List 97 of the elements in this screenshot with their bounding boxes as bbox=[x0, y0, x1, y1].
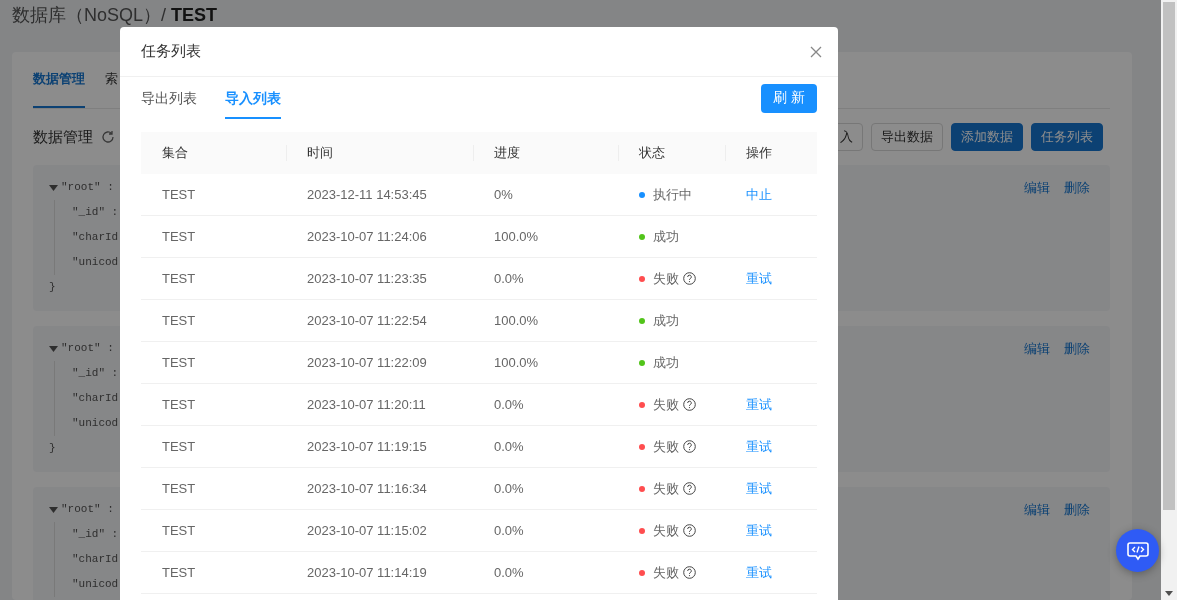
caret-down-icon[interactable] bbox=[49, 344, 58, 353]
action-link[interactable]: 重试 bbox=[746, 438, 772, 454]
action-link[interactable]: 删除 bbox=[1064, 340, 1090, 358]
table-cell: TEST bbox=[141, 551, 286, 594]
action-link[interactable]: 中止 bbox=[746, 186, 772, 202]
status-text: 失败 bbox=[653, 479, 679, 498]
tab[interactable]: 导出列表 bbox=[141, 81, 197, 119]
json-brace: } bbox=[49, 441, 56, 456]
table-cell: TEST bbox=[141, 425, 286, 468]
json-key: "_id" : bbox=[72, 361, 119, 386]
status-text: 执行中 bbox=[653, 185, 692, 204]
json-key: "_id" : bbox=[72, 522, 119, 547]
column-header: 集合 bbox=[141, 132, 286, 174]
json-key: "root" : bbox=[61, 497, 114, 522]
table-cell: 2023-10-07 11:16:34 bbox=[286, 467, 473, 510]
table-cell: 2023-10-07 11:24:06 bbox=[286, 215, 473, 258]
table-cell: TEST bbox=[141, 467, 286, 510]
table-cell: TEST bbox=[141, 341, 286, 384]
table-cell: 0% bbox=[473, 174, 618, 216]
table-cell: TEST bbox=[141, 215, 286, 258]
json-key: "charId bbox=[72, 547, 119, 572]
action-link[interactable]: 重试 bbox=[746, 396, 772, 412]
action-link[interactable]: 删除 bbox=[1064, 179, 1090, 197]
help-icon[interactable] bbox=[683, 566, 696, 579]
table-cell: TEST bbox=[141, 257, 286, 300]
json-key: "unicod bbox=[72, 572, 119, 597]
table-cell: 2023-10-07 11:22:54 bbox=[286, 299, 473, 342]
action-link[interactable]: 编辑 bbox=[1024, 179, 1050, 197]
json-key: "_id" : bbox=[72, 200, 119, 225]
caret-down-icon[interactable] bbox=[49, 183, 58, 192]
column-header: 进度 bbox=[473, 132, 618, 174]
action-link[interactable]: 重试 bbox=[746, 522, 772, 538]
action-link[interactable]: 重试 bbox=[746, 564, 772, 580]
action-link[interactable]: 重试 bbox=[746, 480, 772, 496]
table-cell: 2023-10-07 11:14:19 bbox=[286, 551, 473, 594]
table-cell: 2023-10-07 11:15:02 bbox=[286, 509, 473, 552]
table-cell: 2023-10-07 11:20:11 bbox=[286, 383, 473, 426]
action-link[interactable]: 编辑 bbox=[1024, 501, 1050, 519]
page-breadcrumb: 数据库（NoSQL）/ TEST bbox=[12, 5, 219, 26]
status-text: 失败 bbox=[653, 521, 679, 540]
tab[interactable]: 导入列表 bbox=[225, 81, 281, 119]
table-cell: 2023-10-07 11:23:35 bbox=[286, 257, 473, 300]
refresh-button[interactable]: 刷 新 bbox=[761, 83, 817, 113]
table-cell: TEST bbox=[141, 383, 286, 426]
refresh-icon[interactable] bbox=[101, 130, 115, 144]
help-icon[interactable] bbox=[683, 440, 696, 453]
close-button[interactable] bbox=[810, 45, 822, 58]
table-cell: TEST bbox=[141, 299, 286, 342]
table-cell: 0.0% bbox=[473, 509, 618, 552]
tab[interactable]: 数据管理 bbox=[33, 52, 85, 108]
status-text: 失败 bbox=[653, 563, 679, 582]
status-text: 失败 bbox=[653, 437, 679, 456]
table-cell: 0.0% bbox=[473, 383, 618, 426]
status-text: 失败 bbox=[653, 269, 679, 288]
help-icon[interactable] bbox=[683, 482, 696, 495]
action-link[interactable]: 删除 bbox=[1064, 501, 1090, 519]
table-cell: 2023-10-07 11:19:15 bbox=[286, 425, 473, 468]
section-title: 数据管理 bbox=[33, 127, 93, 147]
json-key: "root" : bbox=[61, 175, 114, 200]
status-text: 成功 bbox=[653, 227, 679, 246]
table-cell: 0.0% bbox=[473, 551, 618, 594]
dialog-title: 任务列表 bbox=[141, 42, 202, 61]
tab[interactable]: 索 bbox=[105, 52, 118, 108]
code-chat-icon bbox=[1126, 540, 1149, 561]
action-link[interactable]: 编辑 bbox=[1024, 340, 1050, 358]
column-header: 操作 bbox=[725, 132, 817, 174]
json-key: "root" : bbox=[61, 336, 114, 361]
json-key: "charId bbox=[72, 225, 119, 250]
table-cell: TEST bbox=[141, 509, 286, 552]
status-text: 成功 bbox=[653, 353, 679, 372]
table-cell: 0.0% bbox=[473, 467, 618, 510]
json-key: "unicod bbox=[72, 411, 119, 436]
status-text: 失败 bbox=[653, 395, 679, 414]
table-cell: 2023-12-11 14:53:45 bbox=[286, 174, 473, 216]
help-icon[interactable] bbox=[683, 272, 696, 285]
status-text: 成功 bbox=[653, 311, 679, 330]
help-icon[interactable] bbox=[683, 398, 696, 411]
table-cell: 0.0% bbox=[473, 425, 618, 468]
json-key: "unicod bbox=[72, 250, 119, 275]
json-brace: } bbox=[49, 280, 56, 295]
toolbar-button[interactable]: 添加数据 bbox=[951, 123, 1023, 151]
table-cell: 100.0% bbox=[473, 299, 618, 342]
caret-down-icon[interactable] bbox=[49, 505, 58, 514]
json-key: "charId bbox=[72, 386, 119, 411]
table-cell: 100.0% bbox=[473, 341, 618, 384]
column-header: 时间 bbox=[286, 132, 473, 174]
action-link[interactable]: 重试 bbox=[746, 270, 772, 286]
table-cell: 0.0% bbox=[473, 257, 618, 300]
column-header: 状态 bbox=[618, 132, 725, 174]
table-cell: TEST bbox=[141, 174, 286, 216]
table-cell: 2023-10-07 11:22:09 bbox=[286, 341, 473, 384]
toolbar-button[interactable]: 导出数据 bbox=[871, 123, 943, 151]
scrollbar-thumb[interactable] bbox=[1163, 2, 1175, 510]
scroll-down-icon[interactable] bbox=[1165, 591, 1173, 596]
help-icon[interactable] bbox=[683, 524, 696, 537]
table-cell: 100.0% bbox=[473, 215, 618, 258]
toolbar-button[interactable]: 任务列表 bbox=[1031, 123, 1103, 151]
